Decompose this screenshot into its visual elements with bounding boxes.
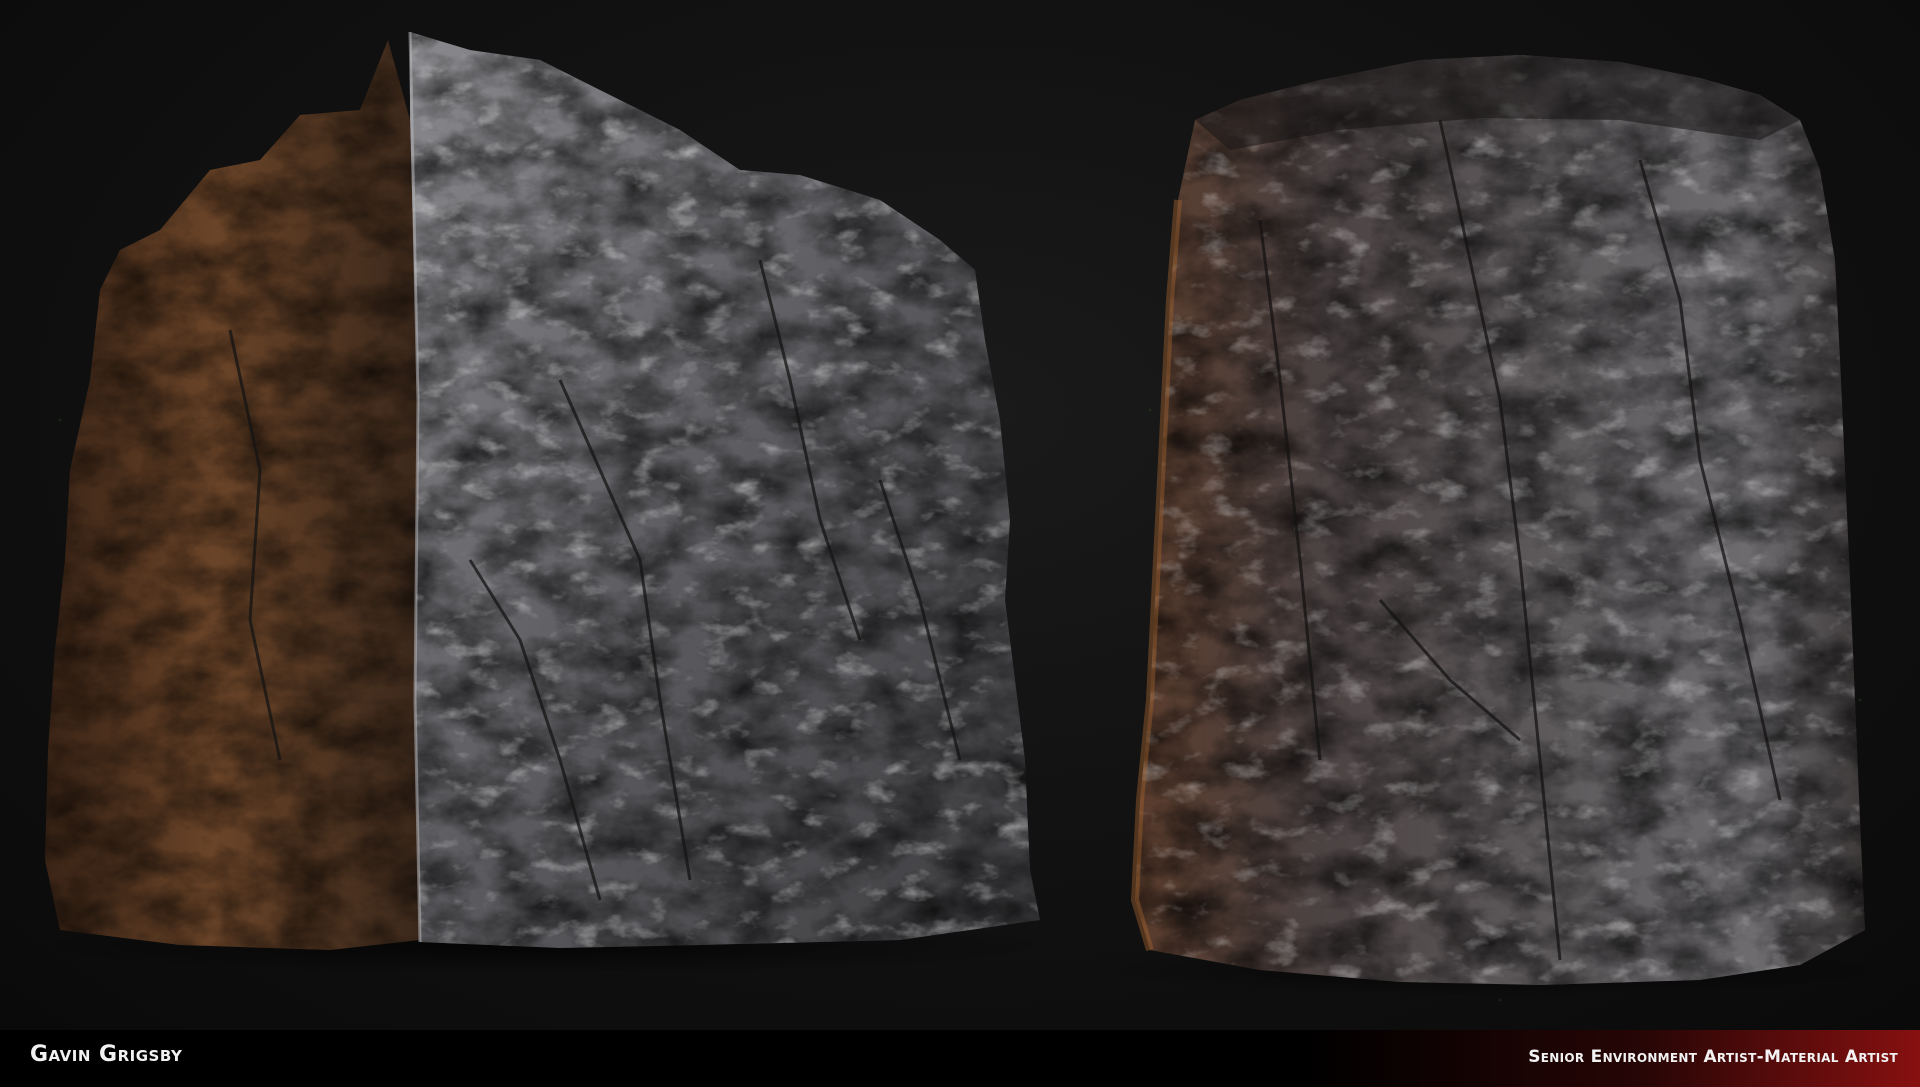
rock-cylinder-material-preview — [1100, 55, 1900, 996]
rock-cube-material-sphere — [20, 31, 1060, 975]
material-render-scene — [0, 0, 1920, 1030]
footer-bar: Gavin Grigsby Senior Environment Artist-… — [0, 1030, 1920, 1087]
artist-title: Senior Environment Artist-Material Artis… — [1528, 1047, 1898, 1067]
render-canvas — [20, 31, 1900, 1002]
artist-name: Gavin Grigsby — [30, 1042, 183, 1067]
